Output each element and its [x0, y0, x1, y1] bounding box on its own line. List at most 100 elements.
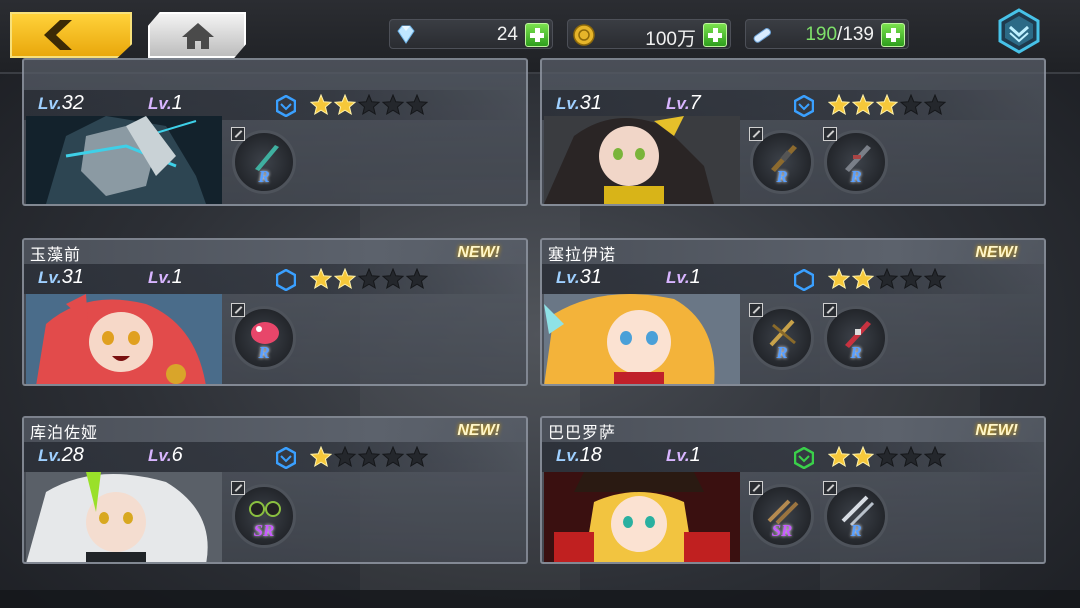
menu-dropdown-icon[interactable]	[996, 8, 1042, 54]
star-empty-icon	[382, 94, 404, 116]
level-value: 1	[689, 444, 701, 466]
grade-icon	[276, 447, 296, 469]
star-empty-icon	[924, 446, 946, 468]
chevron-left-icon	[44, 20, 72, 50]
rank-label: R	[776, 167, 788, 186]
rank-label: R	[258, 167, 270, 186]
star-filled-icon	[828, 94, 850, 116]
grade-icon	[794, 447, 814, 469]
star-filled-icon	[876, 94, 898, 116]
rank-label: SR	[771, 521, 793, 540]
character-level: Lv.28	[38, 444, 84, 467]
grade-icon	[276, 95, 296, 117]
character-card[interactable]: Lv.31 Lv.7 R R	[540, 58, 1046, 206]
character-portrait	[26, 294, 222, 384]
stamina-counter: 190/139	[745, 19, 909, 49]
new-badge: NEW!	[975, 244, 1018, 261]
back-button[interactable]	[10, 12, 132, 58]
coin-icon	[573, 24, 595, 46]
character-card[interactable]: 库泊佐娅 NEW! Lv.28 Lv.6 SR	[22, 416, 528, 564]
character-level: Lv.32	[38, 92, 84, 115]
level-tag: Lv.	[666, 268, 690, 287]
level-value: 1	[171, 266, 183, 288]
add-gems-button[interactable]	[525, 23, 549, 47]
new-badge: NEW!	[975, 422, 1018, 439]
star-empty-icon	[876, 446, 898, 468]
star-empty-icon	[334, 446, 356, 468]
level-tag: Lv.	[38, 94, 62, 113]
rank-label: R	[850, 167, 862, 186]
stamina-max: /139	[837, 24, 874, 45]
level-band: Lv.31 Lv.1	[24, 264, 526, 294]
star-filled-icon	[852, 94, 874, 116]
star-filled-icon	[828, 446, 850, 468]
stamina-current: 190	[805, 24, 838, 45]
star-empty-icon	[900, 94, 922, 116]
star-empty-icon	[358, 446, 380, 468]
star-empty-icon	[406, 94, 428, 116]
character-card[interactable]: 玉藻前 NEW! Lv.31 Lv.1 R	[22, 238, 528, 386]
level-tag: Lv.	[148, 268, 172, 287]
character-portrait	[26, 472, 222, 562]
edit-icon	[231, 481, 245, 495]
card-header: 玉藻前 NEW!	[24, 240, 526, 264]
edit-icon	[823, 303, 837, 317]
equipment-slot[interactable]: SR	[749, 481, 814, 548]
star-empty-icon	[406, 268, 428, 290]
star-empty-icon	[900, 446, 922, 468]
level-tag: Lv.	[148, 94, 172, 113]
card-header: 库泊佐娅 NEW!	[24, 418, 526, 442]
edit-icon	[231, 303, 245, 317]
character-level: Lv.31	[556, 266, 602, 289]
weapon-level: Lv.1	[666, 444, 701, 467]
home-button[interactable]	[148, 12, 246, 58]
equipment-slot[interactable]: R	[231, 303, 296, 370]
equipment-slot[interactable]: R	[231, 127, 296, 194]
level-tag: Lv.	[556, 268, 580, 287]
star-empty-icon	[924, 268, 946, 290]
character-name: 玉藻前	[30, 245, 82, 264]
weapon-level: Lv.6	[148, 444, 183, 467]
character-portrait	[26, 116, 222, 204]
home-icon	[182, 23, 214, 49]
rank-label: R	[258, 343, 270, 362]
level-tag: Lv.	[666, 94, 690, 113]
level-value: 1	[171, 92, 183, 114]
character-level: Lv.31	[38, 266, 84, 289]
equipment-slot[interactable]: R	[823, 481, 888, 548]
star-filled-icon	[828, 268, 850, 290]
weapon-level: Lv.7	[666, 92, 701, 115]
stamina-value: 190/139	[805, 24, 874, 46]
add-coins-button[interactable]	[703, 23, 727, 47]
star-empty-icon	[406, 446, 428, 468]
level-value: 1	[689, 266, 701, 288]
equipment-slot[interactable]: R	[749, 127, 814, 194]
edit-icon	[749, 303, 763, 317]
level-band: Lv.28 Lv.6	[24, 442, 526, 472]
character-card[interactable]: 巴巴罗萨 NEW! Lv.18 Lv.1 SR R	[540, 416, 1046, 564]
level-value: 18	[579, 444, 602, 466]
edit-icon	[823, 481, 837, 495]
star-filled-icon	[310, 446, 332, 468]
star-filled-icon	[310, 94, 332, 116]
equipment-slot[interactable]: R	[823, 303, 888, 370]
stamina-icon	[753, 28, 771, 43]
character-name: 巴巴罗萨	[548, 423, 617, 442]
character-card[interactable]: Lv.32 Lv.1 R	[22, 58, 528, 206]
equipment-slot[interactable]: R	[749, 303, 814, 370]
grade-icon	[794, 269, 814, 291]
new-badge: NEW!	[457, 422, 500, 439]
equipment-slot[interactable]: R	[823, 127, 888, 194]
level-value: 31	[61, 266, 84, 288]
character-portrait	[544, 472, 740, 562]
edit-icon	[749, 127, 763, 141]
star-filled-icon	[334, 94, 356, 116]
gem-counter: 24	[389, 19, 553, 49]
edit-icon	[231, 127, 245, 141]
card-header: 塞拉伊诺 NEW!	[542, 240, 1044, 264]
rank-label: R	[850, 343, 862, 362]
character-portrait	[544, 116, 740, 204]
equipment-slot[interactable]: SR	[231, 481, 296, 548]
add-stamina-button[interactable]	[881, 23, 905, 47]
character-card[interactable]: 塞拉伊诺 NEW! Lv.31 Lv.1 R R	[540, 238, 1046, 386]
